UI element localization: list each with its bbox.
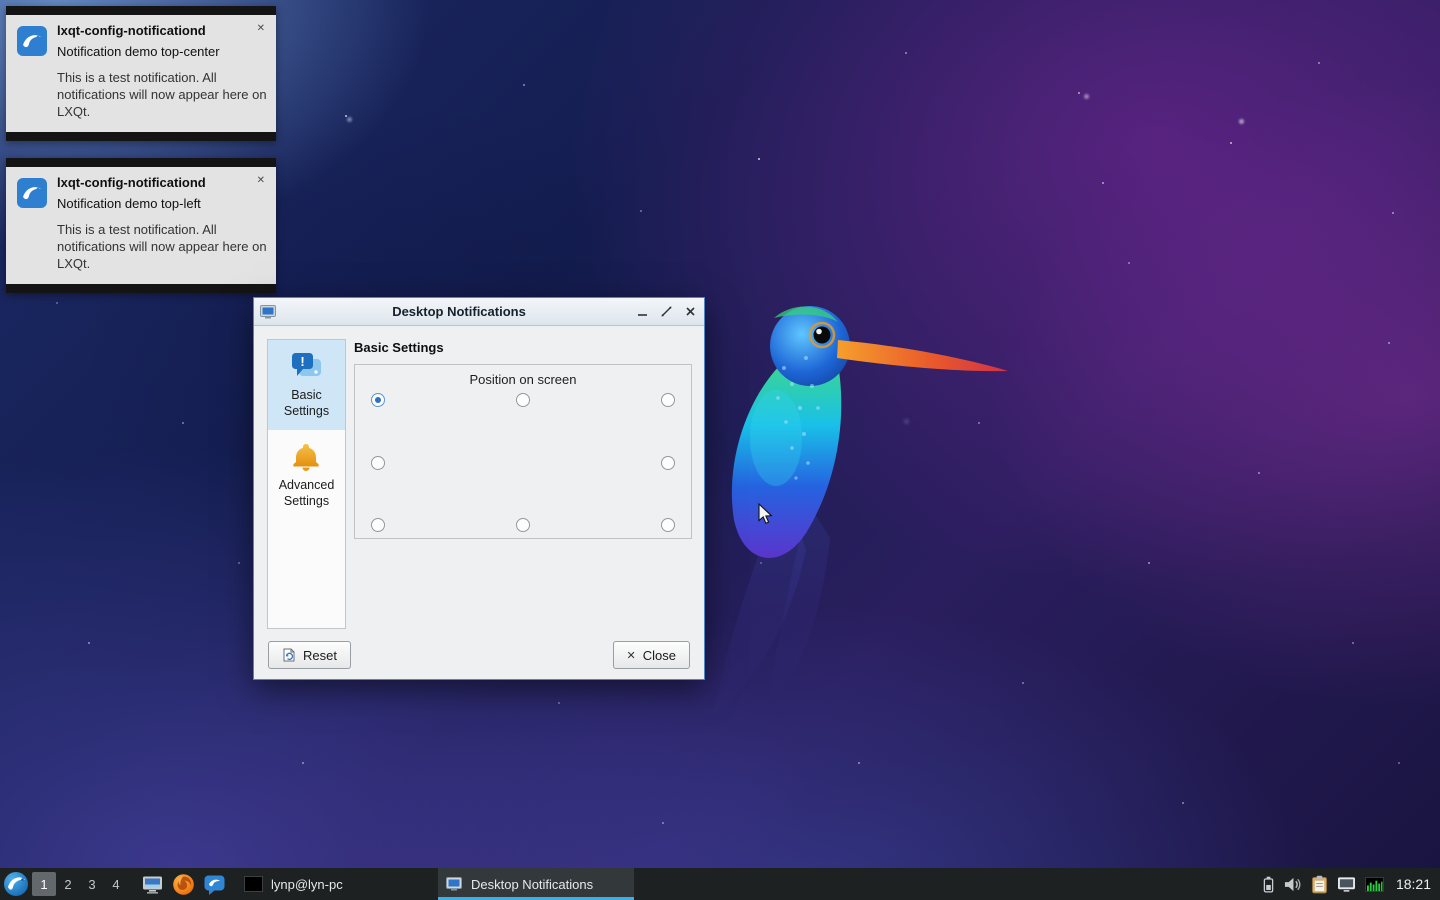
position-radio-top-right[interactable]: [661, 393, 675, 407]
hummingbird-wallpaper-art: [688, 288, 1028, 728]
workspace-switcher: 1 2 3 4: [32, 872, 128, 896]
sidebar-item-advanced-settings[interactable]: Advanced Settings: [268, 430, 345, 520]
close-icon[interactable]: [683, 304, 698, 319]
position-radio-middle-left[interactable]: [371, 456, 385, 470]
section-heading: Basic Settings: [354, 340, 692, 355]
notification-app-name: lxqt-config-notificationd: [57, 23, 206, 38]
workspace-2[interactable]: 2: [56, 872, 80, 896]
svg-text:!: !: [300, 354, 304, 369]
notification-app-name: lxqt-config-notificationd: [57, 175, 206, 190]
notification-summary: Notification demo top-center: [57, 44, 268, 61]
groupbox-title: Position on screen: [355, 372, 691, 387]
wallpaper-stars-bright: [0, 0, 3, 3]
advanced-settings-icon: [290, 441, 324, 473]
position-radio-middle-right[interactable]: [661, 456, 675, 470]
position-radio-bottom-center[interactable]: [516, 518, 530, 532]
titlebar[interactable]: Desktop Notifications: [254, 298, 704, 326]
system-tray: 18:21: [1263, 875, 1440, 894]
notification-close-icon[interactable]: ✕: [254, 175, 268, 187]
minimize-icon[interactable]: [635, 304, 650, 319]
position-radio-top-center[interactable]: [516, 393, 530, 407]
position-groupbox: Position on screen: [354, 364, 692, 539]
workspace-4[interactable]: 4: [104, 872, 128, 896]
display-icon[interactable]: [1337, 876, 1356, 893]
clock[interactable]: 18:21: [1396, 876, 1431, 892]
basic-settings-icon: !: [290, 351, 324, 383]
mouse-cursor: [758, 503, 773, 525]
notification-frame-top: [6, 6, 276, 15]
settings-sidebar: ! Basic Settings: [267, 339, 346, 629]
cpu-monitor-icon[interactable]: [1365, 877, 1384, 892]
lxqt-app-icon: [17, 178, 47, 208]
close-button[interactable]: ✕ Close: [613, 641, 690, 669]
restore-icon[interactable]: [659, 304, 674, 319]
position-radio-bottom-left[interactable]: [371, 518, 385, 532]
launcher-chat-icon[interactable]: [203, 873, 226, 896]
lxqt-app-icon: [17, 26, 47, 56]
position-radio-bottom-right[interactable]: [661, 518, 675, 532]
volume-icon[interactable]: [1283, 876, 1302, 893]
notification-body: This is a test notification. All notific…: [57, 69, 268, 120]
launcher-firefox-icon[interactable]: [172, 873, 195, 896]
workspace-1[interactable]: 1: [32, 872, 56, 896]
task-label: lynp@lyn-pc: [271, 877, 343, 892]
close-x-icon: ✕: [627, 649, 636, 662]
desktop-notifications-window: Desktop Notifications: [253, 297, 705, 680]
lxqt-menu-button[interactable]: [3, 871, 29, 897]
battery-icon[interactable]: [1263, 876, 1274, 893]
reset-button[interactable]: Reset: [268, 641, 351, 669]
reset-icon: [282, 648, 296, 662]
notification-popup-2[interactable]: lxqt-config-notificationd ✕ Notification…: [6, 158, 276, 293]
task-desktop-notifications[interactable]: Desktop Notifications: [438, 868, 634, 900]
notification-frame-top: [6, 158, 276, 167]
position-radio-top-left[interactable]: [371, 393, 385, 407]
notification-frame-bottom: [6, 284, 276, 293]
sidebar-item-basic-settings[interactable]: ! Basic Settings: [268, 340, 345, 430]
close-button-label: Close: [643, 648, 676, 663]
reset-button-label: Reset: [303, 648, 337, 663]
sidebar-item-label: Advanced Settings: [270, 477, 343, 510]
window-icon: [260, 305, 276, 319]
clipboard-icon[interactable]: [1311, 875, 1328, 894]
window-title: Desktop Notifications: [284, 304, 634, 319]
notification-body: This is a test notification. All notific…: [57, 221, 268, 272]
workspace-3[interactable]: 3: [80, 872, 104, 896]
notification-close-icon[interactable]: ✕: [254, 23, 268, 35]
task-label: Desktop Notifications: [471, 877, 593, 892]
terminal-thumbnail: [244, 876, 263, 892]
position-radio-grid: [371, 393, 675, 532]
task-terminal[interactable]: lynp@lyn-pc: [236, 868, 432, 900]
notification-frame-bottom: [6, 132, 276, 141]
sidebar-item-label: Basic Settings: [270, 387, 343, 420]
task-window-icon: [446, 877, 463, 892]
notification-popup-1[interactable]: lxqt-config-notificationd ✕ Notification…: [6, 6, 276, 141]
launcher-file-manager-icon[interactable]: [141, 873, 164, 896]
taskbar: 1 2 3 4: [0, 868, 1440, 900]
notification-summary: Notification demo top-left: [57, 196, 268, 213]
desktop[interactable]: lxqt-config-notificationd ✕ Notification…: [0, 0, 1440, 900]
